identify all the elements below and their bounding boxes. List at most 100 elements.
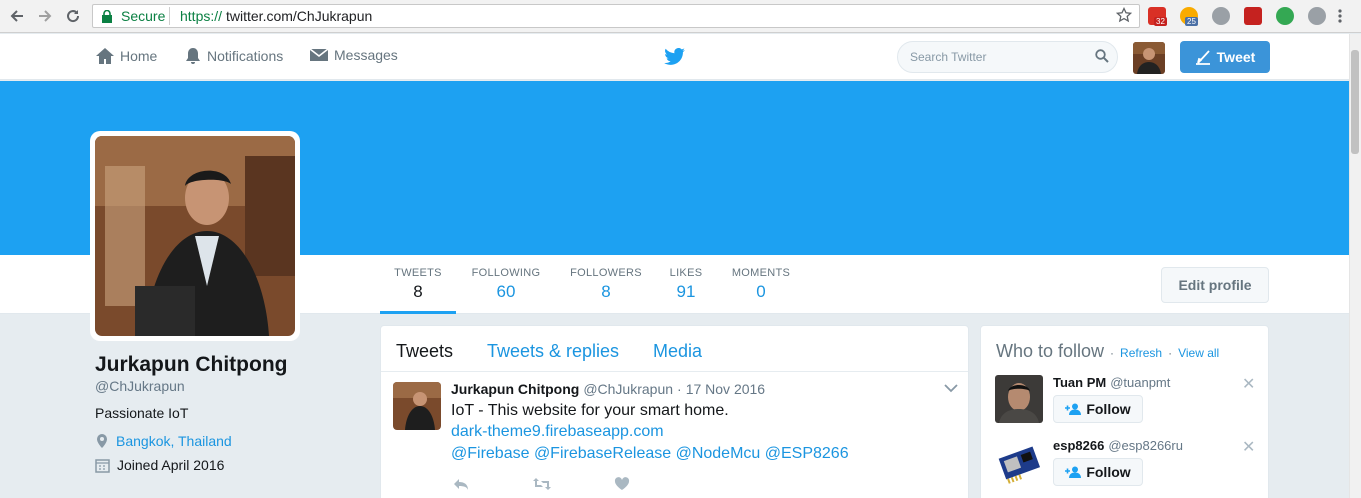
tweet-compose-button[interactable]: Tweet [1180,41,1270,73]
weather-extension-icon[interactable]: 25 [1180,7,1198,26]
stat-label: LIKES [669,267,703,279]
tweet-author-handle[interactable]: @ChJukrapun [583,381,673,397]
stat-value: 91 [676,282,696,301]
home-icon [96,48,114,64]
suggested-user-name-row[interactable]: Tuan PM @tuanpmt [1053,375,1170,390]
url-text: twitter.com/ChJukrapun [226,8,373,24]
tweet-author-name[interactable]: Jurkapun Chitpong [451,381,579,397]
stat-label: TWEETS [394,267,442,279]
tweet-header: Jurkapun Chitpong @ChJukrapun · 17 Nov 2… [451,381,765,397]
secure-label: Secure [121,8,166,24]
edit-profile-button[interactable]: Edit profile [1161,267,1269,303]
tweet-options-chevron-down-icon[interactable] [944,383,958,393]
nav-notifications[interactable]: Notifications [184,47,283,65]
stat-followers[interactable]: FOLLOWERS 8 [566,267,646,302]
follow-button[interactable]: Follow [1053,395,1143,423]
dismiss-close-icon[interactable]: ✕ [1242,374,1255,394]
retweet-icon[interactable] [532,477,552,491]
extension-icon[interactable] [1308,7,1326,25]
add-user-icon [1065,403,1082,415]
refresh-link[interactable]: Refresh [1120,346,1162,360]
nav-home[interactable]: Home [95,47,157,65]
profile-handle: @ChJukrapun [95,378,185,394]
stat-label: FOLLOWERS [570,267,642,279]
profile-joined: Joined April 2016 [95,457,224,473]
suggested-user-avatar[interactable] [995,375,1043,423]
tweet-text: IoT - This website for your smart home. [451,402,729,419]
tweet-button-label: Tweet [1216,49,1256,65]
suggested-user-name: esp8266 [1053,438,1105,453]
suggested-user-name-row[interactable]: esp8266 @esp8266ru [1053,438,1183,453]
profile-bio: Passionate IoT [95,405,189,421]
search-placeholder: Search Twitter [910,50,987,64]
tweet-date[interactable]: 17 Nov 2016 [686,381,765,397]
gmail-badge: 32 [1154,17,1167,26]
view-all-link[interactable]: View all [1178,346,1219,360]
like-heart-icon[interactable] [614,477,630,491]
lock-icon [101,10,113,23]
nav-messages[interactable]: Messages [309,47,398,63]
nav-notifications-label: Notifications [207,48,284,64]
suggested-user-avatar[interactable] [995,438,1043,486]
joined-date: Joined April 2016 [117,457,225,473]
tab-tweets[interactable]: Tweets [396,341,453,362]
search-icon[interactable] [1095,49,1109,63]
reply-icon[interactable] [453,477,469,491]
bell-icon [186,48,200,64]
stat-label: FOLLOWING [471,267,541,279]
back-button[interactable] [6,5,28,27]
follow-button-label: Follow [1086,464,1131,480]
who-to-follow-header: Who to follow · Refresh · View all [996,341,1219,362]
scrollbar-thumb[interactable] [1351,50,1359,154]
stat-value: 0 [756,282,766,301]
extension-icon[interactable] [1212,7,1230,25]
profile-avatar[interactable] [90,131,300,341]
stat-tweets[interactable]: TWEETS 8 [380,267,456,302]
nav-home-label: Home [120,48,158,64]
follow-button-label: Follow [1086,401,1131,417]
reload-button[interactable] [62,5,84,27]
profile-name: Jurkapun Chitpong [95,353,288,376]
dismiss-close-icon[interactable]: ✕ [1242,437,1255,457]
location-link[interactable]: Bangkok, Thailand [116,433,232,449]
envelope-icon [309,48,329,61]
active-stat-underline [380,311,456,314]
suggested-user-handle: @tuanpmt [1110,375,1171,390]
wtf-separator: · [1168,346,1173,360]
forward-button[interactable] [34,5,56,27]
bookmark-star-icon[interactable] [1116,7,1132,23]
weather-badge: 25 [1185,17,1198,26]
tweet-author-avatar[interactable] [393,382,441,430]
suggested-user-name: Tuan PM [1053,375,1107,390]
browser-menu-icon[interactable] [1338,8,1342,24]
url-divider [169,7,170,25]
stat-value: 8 [413,282,423,301]
url-protocol: https:// [180,8,223,24]
tab-media[interactable]: Media [653,341,702,362]
tweet-meta-separator: · [677,381,682,397]
stat-moments[interactable]: MOMENTS 0 [728,267,794,302]
location-pin-icon [97,434,107,448]
stat-value: 8 [601,282,611,301]
twitter-bird-icon[interactable] [664,48,686,66]
stat-label: MOMENTS [731,267,791,279]
follow-button[interactable]: Follow [1053,458,1143,486]
account-avatar[interactable] [1133,42,1165,74]
compose-quill-icon [1195,50,1210,65]
who-to-follow-title: Who to follow [996,341,1105,361]
calendar-icon [95,458,110,473]
stat-likes[interactable]: LIKES 91 [666,267,706,302]
tab-tweets-replies[interactable]: Tweets & replies [487,341,619,362]
suggested-user-handle: @esp8266ru [1108,438,1183,453]
stat-following[interactable]: FOLLOWING 60 [466,267,546,302]
nav-messages-label: Messages [334,47,398,63]
extension-icon[interactable] [1276,7,1294,25]
stat-value: 60 [496,282,516,301]
add-user-icon [1065,466,1082,478]
gmail-extension-icon[interactable]: 32 [1148,7,1167,26]
tweet-url-link[interactable]: dark-theme9.firebaseapp.com [451,421,664,442]
wtf-separator: · [1110,346,1115,360]
extension-icon[interactable] [1244,7,1262,25]
profile-location: Bangkok, Thailand [95,433,232,449]
tweet-mentions[interactable]: @Firebase @FirebaseRelease @NodeMcu @ESP… [451,443,849,464]
